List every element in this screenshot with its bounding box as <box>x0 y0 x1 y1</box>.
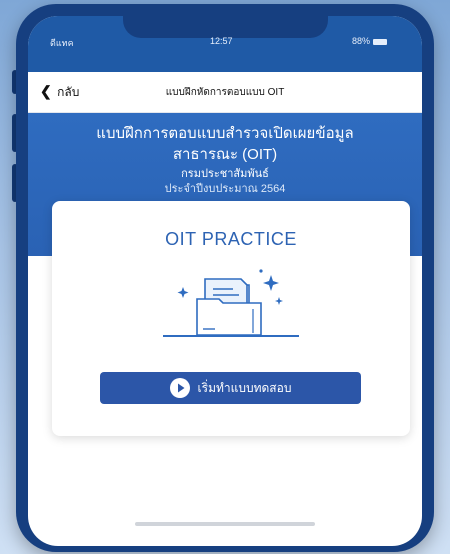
battery-percent: 88% <box>352 36 371 46</box>
phone-notch <box>123 16 328 38</box>
card-title: OIT PRACTICE <box>165 229 297 249</box>
practice-card: OIT PRACTICE เริ่มทำแบบทดสอบ <box>52 201 410 436</box>
play-icon <box>169 378 190 398</box>
status-battery: 88% <box>352 36 388 52</box>
battery-icon <box>373 38 388 45</box>
start-test-button[interactable]: เริ่มทำแบบทดสอบ <box>100 372 361 404</box>
banner-title-line2: สาธารณะ (OIT) <box>172 146 278 163</box>
app-screen: ดีแทค 12:57 88% ❮ กลับ แบบฝึกหัดการตอบแบ… <box>28 16 422 546</box>
navigation-bar: ❮ กลับ แบบฝึกหัดการตอบแบบ OIT <box>28 72 422 113</box>
status-time: 12:57 <box>210 36 233 46</box>
banner-fiscal-year: ประจำปีงบประมาณ 2564 <box>164 183 286 195</box>
status-carrier: ดีแทค <box>50 38 74 48</box>
nav-title: แบบฝึกหัดการตอบแบบ OIT <box>165 87 285 98</box>
home-indicator[interactable] <box>135 522 315 526</box>
start-test-label: เริ่มทำแบบทดสอบ <box>197 380 292 395</box>
folder-documents-icon <box>163 269 299 337</box>
